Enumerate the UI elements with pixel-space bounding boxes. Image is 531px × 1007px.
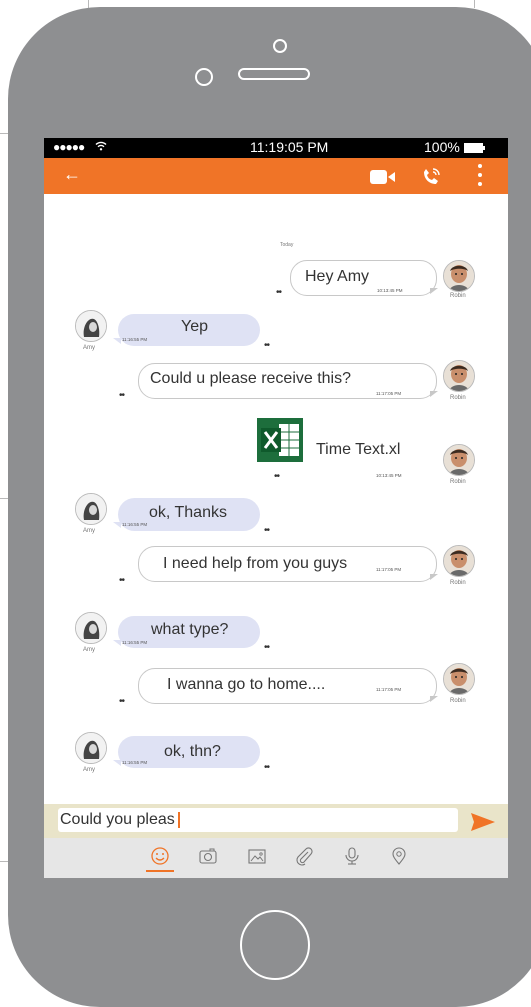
earpiece-speaker [238, 68, 310, 80]
microphone-icon[interactable] [342, 846, 362, 866]
read-indicator: •• [119, 696, 125, 707]
sender-name-robin: Robin [450, 479, 466, 485]
attachment-toolbar [44, 838, 508, 878]
message-time: 11:16:55 PM [122, 760, 148, 765]
proximity-sensor [195, 68, 213, 86]
chat-header: ← [44, 158, 508, 194]
bubble-tail [430, 574, 438, 580]
message-text: I need help from you guys [163, 555, 348, 572]
excel-file-icon[interactable] [257, 418, 303, 462]
message-bubble-outgoing[interactable]: I wanna go to home.... 11:17:05 PM [138, 668, 437, 704]
sender-name-robin: Robin [450, 580, 466, 586]
sender-name-robin: Robin [450, 395, 466, 401]
battery-percent: 100% [424, 139, 460, 155]
message-time: 11:17:05 PM [376, 687, 402, 692]
message-text: Hey Amy [305, 268, 370, 285]
read-indicator: •• [264, 642, 270, 653]
phone-call-icon[interactable] [420, 166, 442, 188]
bubble-tail [430, 391, 438, 397]
day-separator: Today [280, 242, 294, 248]
message-time: 11:17:05 PM [376, 391, 402, 396]
location-icon[interactable] [389, 846, 409, 866]
bubble-tail [430, 288, 438, 294]
more-options-icon[interactable] [478, 164, 482, 188]
sender-name-amy: Amy [83, 528, 95, 534]
wifi-icon [95, 141, 107, 151]
message-bubble-incoming[interactable]: ok, thn? 11:16:55 PM [118, 736, 260, 768]
message-time: 11:17:05 PM [376, 567, 402, 572]
read-indicator: •• [264, 525, 270, 536]
read-indicator: •• [119, 575, 125, 586]
back-arrow-icon[interactable]: ← [63, 164, 81, 185]
message-time: 11:16:55 PM [122, 522, 148, 527]
read-indicator: •• [274, 471, 280, 482]
avatar-amy[interactable] [75, 310, 107, 342]
message-time: 10:13:45 PM [376, 473, 402, 478]
file-name[interactable]: Time Text.xl [316, 441, 400, 459]
message-text: ok, Thanks [149, 504, 227, 521]
read-indicator: •• [264, 762, 270, 773]
message-bubble-outgoing[interactable]: Hey Amy 10:13:45 PM [290, 260, 437, 296]
background-line [474, 0, 475, 8]
message-bubble-outgoing[interactable]: Could u please receive this? 11:17:05 PM [138, 363, 437, 399]
status-time: 11:19:05 PM [250, 139, 329, 155]
message-bubble-outgoing[interactable]: I need help from you guys 11:17:05 PM [138, 546, 437, 582]
message-time: 11:16:55 PM [122, 640, 148, 645]
battery-tip [483, 146, 485, 150]
avatar-amy[interactable] [75, 612, 107, 644]
message-bubble-incoming[interactable]: ok, Thanks 11:16:55 PM [118, 498, 260, 531]
video-call-icon[interactable] [370, 170, 396, 184]
avatar-amy[interactable] [75, 493, 107, 525]
composer-bar: Could you pleas [44, 804, 508, 838]
read-indicator: •• [276, 287, 282, 298]
bubble-tail [430, 696, 438, 702]
message-text: I wanna go to home.... [167, 676, 326, 693]
sender-name-robin: Robin [450, 293, 466, 299]
message-text: ok, thn? [164, 743, 221, 760]
front-camera [273, 39, 287, 53]
avatar-robin[interactable] [443, 444, 475, 476]
phone-screen: ●●●●● 11:19:05 PM 100% ← Today Hey Amy 1… [44, 138, 508, 878]
avatar-robin[interactable] [443, 663, 475, 695]
send-icon[interactable] [471, 813, 495, 831]
text-caret [177, 811, 180, 828]
status-bar: ●●●●● 11:19:05 PM 100% [44, 138, 508, 158]
avatar-robin[interactable] [443, 545, 475, 577]
message-bubble-incoming[interactable]: Yep 11:16:55 PM [118, 314, 260, 346]
message-text: what type? [151, 621, 229, 638]
message-time: 11:16:55 PM [122, 337, 148, 342]
message-input-value: Could you pleas [60, 811, 175, 828]
read-indicator: •• [264, 340, 270, 351]
avatar-amy[interactable] [75, 732, 107, 764]
message-input[interactable]: Could you pleas [58, 808, 458, 832]
message-bubble-incoming[interactable]: what type? 11:16:55 PM [118, 616, 260, 648]
message-time: 10:13:45 PM [377, 288, 403, 293]
sender-name-robin: Robin [450, 698, 466, 704]
avatar-robin[interactable] [443, 360, 475, 392]
avatar-robin[interactable] [443, 260, 475, 292]
sender-name-amy: Amy [83, 647, 95, 653]
sender-name-amy: Amy [83, 767, 95, 773]
emoji-icon[interactable] [146, 846, 174, 872]
sender-name-amy: Amy [83, 345, 95, 351]
attachment-icon[interactable] [294, 846, 314, 866]
message-text: Could u please receive this? [150, 370, 352, 387]
home-button[interactable] [240, 910, 310, 980]
read-indicator: •• [119, 390, 125, 401]
battery-icon [464, 143, 483, 153]
message-text: Yep [181, 318, 208, 335]
image-icon[interactable] [247, 846, 267, 866]
signal-strength: ●●●●● [53, 140, 85, 154]
camera-icon[interactable] [198, 846, 218, 866]
